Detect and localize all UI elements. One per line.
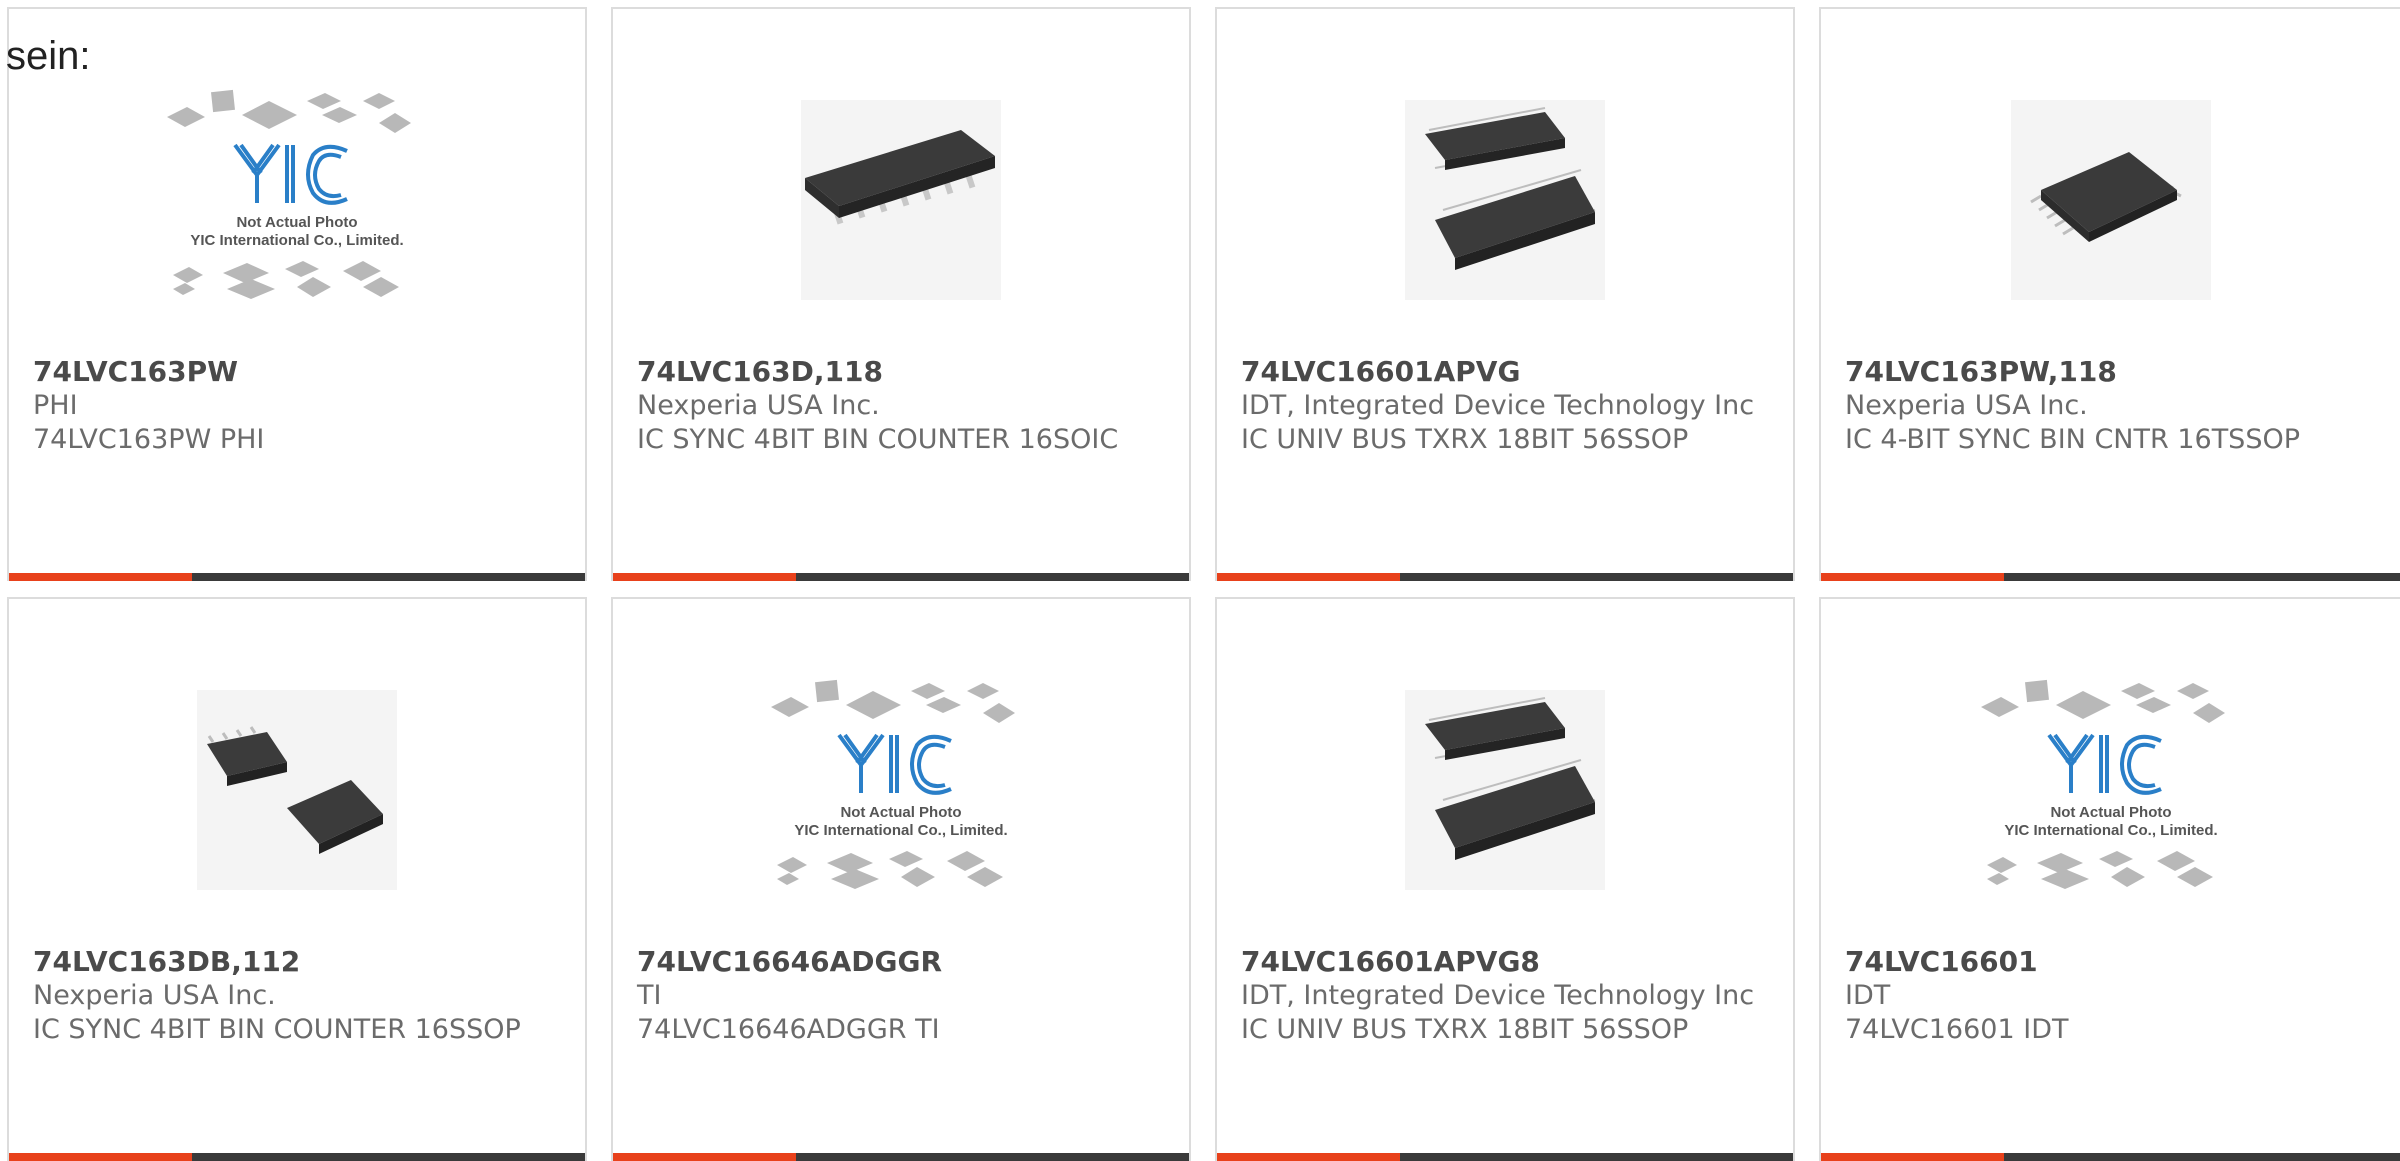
part-number-link[interactable]: 74LVC163D,118 (637, 355, 1169, 389)
manufacturer: Nexperia USA Inc. (33, 980, 276, 1011)
product-description: IC SYNC 4BIT BIN COUNTER 16SOIC (637, 424, 1119, 455)
part-number-link[interactable]: 74LVC163PW,118 (1845, 355, 2380, 389)
card-bottom-bar (613, 1153, 1189, 1161)
product-info: 74LVC16646ADGGR TI 74LVC16646ADGGR TI (637, 945, 1169, 1047)
card-accent-bar (1821, 573, 2004, 581)
card-bottom-bar (9, 573, 585, 581)
manufacturer: PHI (33, 390, 78, 421)
card-bottom-bar (1821, 573, 2400, 581)
card-accent-bar (613, 573, 796, 581)
intro-text: sein: (6, 34, 91, 78)
product-card[interactable]: 74LVC163D,118 Nexperia USA Inc. IC SYNC … (611, 7, 1191, 581)
svg-text:Not Actual Photo: Not Actual Photo (840, 804, 961, 821)
product-info: 74LVC163PW PHI 74LVC163PW PHI (33, 355, 565, 457)
product-info: 74LVC163D,118 Nexperia USA Inc. IC SYNC … (637, 355, 1169, 457)
product-info: 74LVC163PW,118 Nexperia USA Inc. IC 4-BI… (1845, 355, 2380, 457)
manufacturer: IDT (1845, 980, 1891, 1011)
product-card[interactable]: Not Actual Photo YIC International Co., … (611, 597, 1191, 1161)
card-accent-bar (613, 1153, 796, 1161)
product-card[interactable]: 74LVC16601APVG IDT, Integrated Device Te… (1215, 7, 1795, 581)
manufacturer: Nexperia USA Inc. (637, 390, 880, 421)
card-bottom-bar (613, 573, 1189, 581)
product-info: 74LVC16601 IDT 74LVC16601 IDT (1845, 945, 2380, 1047)
product-grid-page: sein: Not Actual Photo YIC International… (0, 0, 2400, 1161)
ssop-56-chip-icon (1217, 55, 1793, 345)
card-accent-bar (1821, 1153, 2004, 1161)
soic-chip-icon (613, 55, 1189, 345)
product-description: IC UNIV BUS TXRX 18BIT 56SSOP (1241, 1014, 1689, 1045)
card-bottom-bar (9, 1153, 585, 1161)
part-number-link[interactable]: 74LVC16601APVG8 (1241, 945, 1773, 979)
svg-text:YIC International Co., Limited: YIC International Co., Limited. (190, 232, 403, 249)
manufacturer: TI (637, 980, 662, 1011)
product-description: 74LVC16601 IDT (1845, 1014, 2069, 1045)
product-info: 74LVC16601APVG IDT, Integrated Device Te… (1241, 355, 1773, 457)
manufacturer: IDT, Integrated Device Technology Inc (1241, 980, 1755, 1011)
svg-text:YIC International Co., Limited: YIC International Co., Limited. (794, 822, 1007, 839)
product-info: 74LVC163DB,112 Nexperia USA Inc. IC SYNC… (33, 945, 565, 1047)
card-accent-bar (1217, 1153, 1400, 1161)
part-number-link[interactable]: 74LVC163PW (33, 355, 565, 389)
ssop-16-chip-icon (9, 645, 585, 935)
yic-placeholder-icon: Not Actual Photo YIC International Co., … (613, 645, 1189, 935)
product-description: 74LVC163PW PHI (33, 424, 265, 455)
part-number-link[interactable]: 74LVC16646ADGGR (637, 945, 1169, 979)
card-accent-bar (9, 573, 192, 581)
product-description: IC SYNC 4BIT BIN COUNTER 16SSOP (33, 1014, 521, 1045)
part-number-link[interactable]: 74LVC16601 (1845, 945, 2380, 979)
product-info: 74LVC16601APVG8 IDT, Integrated Device T… (1241, 945, 1773, 1047)
svg-text:Not Actual Photo: Not Actual Photo (2050, 804, 2171, 821)
product-card[interactable]: Not Actual Photo YIC International Co., … (1819, 597, 2400, 1161)
card-accent-bar (1217, 573, 1400, 581)
svg-text:YIC International Co., Limited: YIC International Co., Limited. (2004, 822, 2217, 839)
tssop-chip-icon (1821, 55, 2400, 345)
product-card[interactable]: 74LVC16601APVG8 IDT, Integrated Device T… (1215, 597, 1795, 1161)
card-bottom-bar (1821, 1153, 2400, 1161)
card-bottom-bar (1217, 1153, 1793, 1161)
card-bottom-bar (1217, 573, 1793, 581)
yic-placeholder-icon: Not Actual Photo YIC International Co., … (1821, 645, 2400, 935)
product-card[interactable]: Not Actual Photo YIC International Co., … (7, 7, 587, 581)
product-description: IC UNIV BUS TXRX 18BIT 56SSOP (1241, 424, 1689, 455)
product-description: IC 4-BIT SYNC BIN CNTR 16TSSOP (1845, 424, 2300, 455)
part-number-link[interactable]: 74LVC163DB,112 (33, 945, 565, 979)
product-card[interactable]: 74LVC163DB,112 Nexperia USA Inc. IC SYNC… (7, 597, 587, 1161)
product-description: 74LVC16646ADGGR TI (637, 1014, 940, 1045)
manufacturer: Nexperia USA Inc. (1845, 390, 2088, 421)
part-number-link[interactable]: 74LVC16601APVG (1241, 355, 1773, 389)
ssop-56-chip-icon (1217, 645, 1793, 935)
yic-placeholder-icon: Not Actual Photo YIC International Co., … (9, 55, 585, 345)
manufacturer: IDT, Integrated Device Technology Inc (1241, 390, 1755, 421)
svg-text:Not Actual Photo: Not Actual Photo (236, 214, 357, 231)
product-card[interactable]: 74LVC163PW,118 Nexperia USA Inc. IC 4-BI… (1819, 7, 2400, 581)
card-accent-bar (9, 1153, 192, 1161)
